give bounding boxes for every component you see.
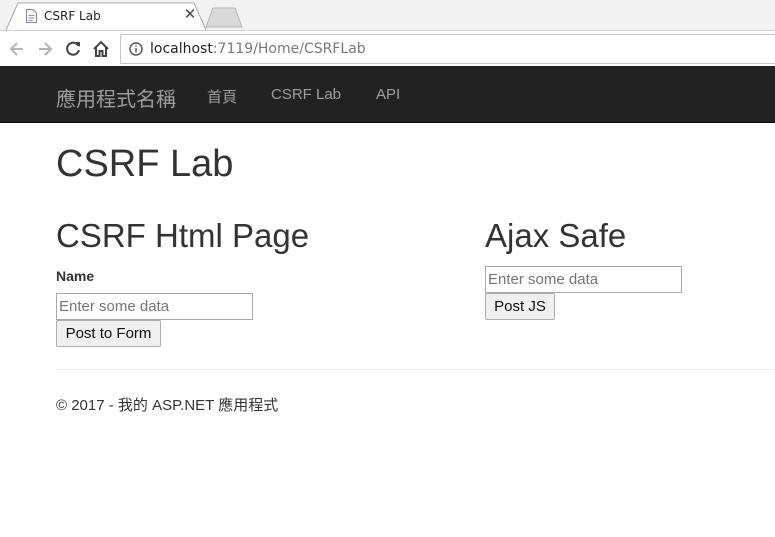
footer-copyright: © 2017 - 我的 ASP.NET 應用程式: [56, 397, 279, 414]
post-to-form-button[interactable]: Post to Form: [56, 320, 161, 347]
close-icon[interactable]: ✕: [183, 7, 197, 23]
url-host: localhost: [150, 41, 213, 57]
footer-divider: [56, 369, 775, 370]
navbar-brand[interactable]: 應用程式名稱: [56, 83, 176, 112]
browser-toolbar: localhost:7119/Home/CSRFLab: [0, 30, 775, 67]
browser-tabstrip: CSRF Lab ✕: [0, 0, 775, 30]
ajax-section-title: Ajax Safe: [485, 217, 627, 254]
nav-link-home[interactable]: 首頁: [207, 86, 237, 107]
nav-link-csrf-lab[interactable]: CSRF Lab: [271, 86, 341, 103]
form-data-input[interactable]: [56, 293, 253, 320]
address-bar[interactable]: localhost:7119/Home/CSRFLab: [120, 34, 775, 64]
ajax-data-input[interactable]: [485, 266, 682, 293]
new-tab-button[interactable]: [205, 6, 243, 28]
name-label: Name: [56, 268, 95, 284]
post-js-button[interactable]: Post JS: [485, 293, 555, 320]
nav-link-api[interactable]: API: [376, 86, 400, 103]
reload-icon[interactable]: [63, 39, 83, 59]
back-arrow-icon[interactable]: [7, 39, 27, 59]
tab-title: CSRF Lab: [44, 9, 101, 23]
url-path: :7119/Home/CSRFLab: [212, 41, 366, 57]
home-icon[interactable]: [91, 39, 111, 59]
page-icon: [26, 9, 37, 23]
info-icon[interactable]: [129, 42, 143, 56]
url-text: localhost:7119/Home/CSRFLab: [150, 41, 366, 57]
forward-arrow-icon[interactable]: [35, 39, 55, 59]
site-navbar: 應用程式名稱 首頁 CSRF Lab API: [0, 66, 775, 123]
page-title: CSRF Lab: [56, 143, 234, 185]
browser-tab[interactable]: CSRF Lab ✕: [6, 2, 206, 30]
form-section-title: CSRF Html Page: [56, 217, 310, 254]
